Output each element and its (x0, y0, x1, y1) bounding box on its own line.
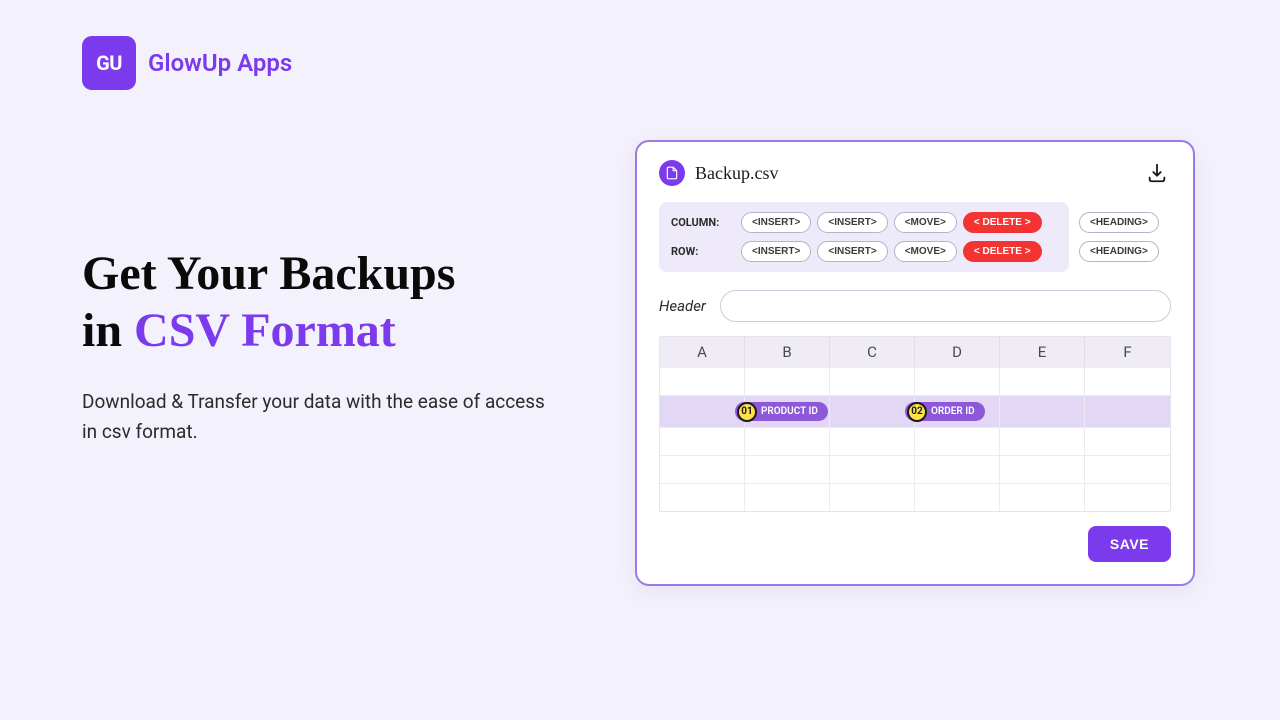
download-button[interactable] (1143, 161, 1171, 185)
title-accent: CSV Format (134, 304, 396, 357)
file-title-wrap: Backup.csv (659, 160, 778, 186)
cell-2D[interactable]: 02 ORDER ID (915, 396, 1000, 427)
cell-2E[interactable] (1000, 396, 1085, 427)
row-insert-button-1[interactable]: <INSERT> (741, 241, 811, 262)
chip-number-1: 01 (737, 402, 757, 422)
header-label: Header (659, 297, 706, 315)
col-D[interactable]: D (915, 337, 1000, 367)
csv-editor-panel: Backup.csv COLUMN: <INSERT> <INSERT> <MO… (635, 140, 1195, 586)
cell-2A[interactable] (660, 396, 745, 427)
grid-row-2[interactable]: 01 PRODUCT ID 02 ORDER ID (660, 395, 1170, 427)
chip-label-1: PRODUCT ID (761, 406, 818, 417)
chip-number-2: 02 (907, 402, 927, 422)
grid-row-1[interactable] (660, 367, 1170, 395)
cell-2F[interactable] (1085, 396, 1170, 427)
toolbar-column-row: COLUMN: <INSERT> <INSERT> <MOVE> < DELET… (671, 212, 1057, 233)
download-icon (1146, 162, 1168, 184)
order-id-chip[interactable]: 02 ORDER ID (905, 402, 985, 421)
col-B[interactable]: B (745, 337, 830, 367)
grid-header-row: A B C D E F (660, 337, 1170, 367)
save-wrap: SAVE (659, 526, 1171, 562)
column-insert-button-2[interactable]: <INSERT> (817, 212, 887, 233)
logo-badge: GU (82, 36, 136, 90)
row-insert-button-2[interactable]: <INSERT> (817, 241, 887, 262)
row-move-button[interactable]: <MOVE> (894, 241, 957, 262)
hero: Get Your Backups in CSV Format Download … (82, 246, 562, 446)
column-label: COLUMN: (671, 216, 735, 229)
page-title: Get Your Backups in CSV Format (82, 246, 562, 359)
row-label: ROW: (671, 245, 735, 258)
row-heading-button[interactable]: <HEADING> (1079, 241, 1159, 262)
grid-row-5[interactable] (660, 483, 1170, 511)
csv-icon (659, 160, 685, 186)
cell-2C[interactable] (830, 396, 915, 427)
column-insert-button-1[interactable]: <INSERT> (741, 212, 811, 233)
col-C[interactable]: C (830, 337, 915, 367)
header-field-row: Header (659, 290, 1171, 322)
spreadsheet-grid: A B C D E F 01 PRODUCT ID 02 ORDER ID (659, 336, 1171, 512)
logo-monogram: GU (96, 51, 122, 75)
toolbar-row-row: ROW: <INSERT> <INSERT> <MOVE> < DELETE > (671, 241, 1057, 262)
page-subtitle: Download & Transfer your data with the e… (82, 387, 562, 446)
column-heading-button[interactable]: <HEADING> (1079, 212, 1159, 233)
col-A[interactable]: A (660, 337, 745, 367)
col-F[interactable]: F (1085, 337, 1170, 367)
column-move-button[interactable]: <MOVE> (894, 212, 957, 233)
row-delete-button[interactable]: < DELETE > (963, 241, 1042, 262)
product-id-chip[interactable]: 01 PRODUCT ID (735, 402, 828, 421)
title-line-2-prefix: in (82, 304, 134, 357)
save-button[interactable]: SAVE (1088, 526, 1171, 562)
brand-name: GlowUp Apps (148, 49, 292, 77)
header-input[interactable] (720, 290, 1171, 322)
cell-2B[interactable]: 01 PRODUCT ID (745, 396, 830, 427)
grid-row-3[interactable] (660, 427, 1170, 455)
col-E[interactable]: E (1000, 337, 1085, 367)
column-delete-button[interactable]: < DELETE > (963, 212, 1042, 233)
title-line-1: Get Your Backups (82, 247, 455, 300)
file-name: Backup.csv (695, 163, 778, 184)
grid-row-4[interactable] (660, 455, 1170, 483)
chip-label-2: ORDER ID (931, 406, 975, 417)
toolbar: COLUMN: <INSERT> <INSERT> <MOVE> < DELET… (659, 202, 1069, 272)
logo-area: GU GlowUp Apps (82, 36, 292, 90)
panel-header: Backup.csv (659, 160, 1171, 186)
